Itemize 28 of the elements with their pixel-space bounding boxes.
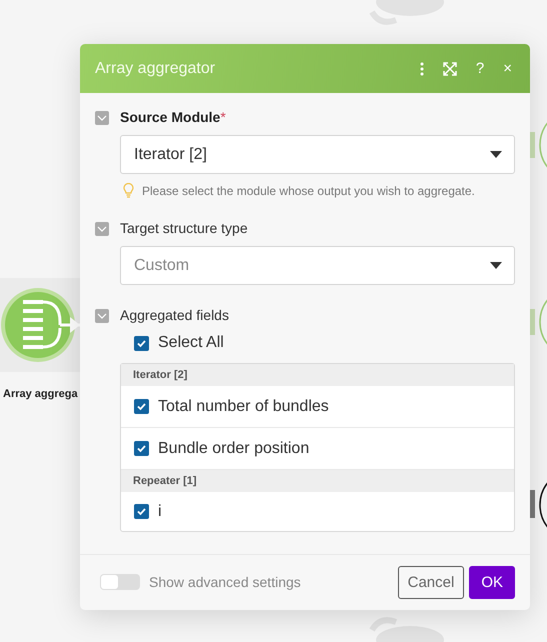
lightbulb-icon — [123, 183, 134, 198]
caret-icon — [490, 262, 502, 269]
node-label: Array aggrega — [3, 388, 78, 400]
cancel-button[interactable]: Cancel — [398, 566, 464, 598]
field-label: Source Module* — [120, 109, 227, 125]
field-label: Target structure type — [120, 220, 249, 236]
caret-icon — [490, 151, 502, 158]
checkbox[interactable] — [134, 441, 149, 456]
checkbox[interactable] — [134, 399, 149, 414]
field-label: Aggregated fields — [120, 307, 230, 323]
toggle-switch[interactable] — [100, 574, 140, 590]
checkbox-label: Total number of bundles — [158, 398, 329, 416]
ok-button[interactable]: OK — [469, 566, 515, 598]
expand-icon[interactable] — [442, 62, 457, 76]
group-header: Repeater [1] — [121, 470, 514, 492]
hint-text: Please select the module whose output you wish to aggregate. — [142, 184, 475, 198]
checkbox[interactable] — [134, 336, 149, 350]
select-field[interactable]: Iterator [2] — [120, 135, 515, 174]
toggle-label: Show advanced settings — [149, 574, 301, 590]
checkbox[interactable] — [134, 504, 149, 519]
group-header: Iterator [2] — [121, 364, 514, 386]
checkbox-label: Select All — [158, 334, 224, 352]
more-icon[interactable] — [420, 62, 424, 76]
checkbox-label: i — [158, 502, 162, 520]
checkbox-label: Bundle order position — [158, 440, 310, 458]
dialog-title: Array aggregator — [95, 60, 216, 78]
collapse-toggle[interactable] — [95, 111, 109, 125]
collapse-toggle[interactable] — [95, 309, 109, 323]
